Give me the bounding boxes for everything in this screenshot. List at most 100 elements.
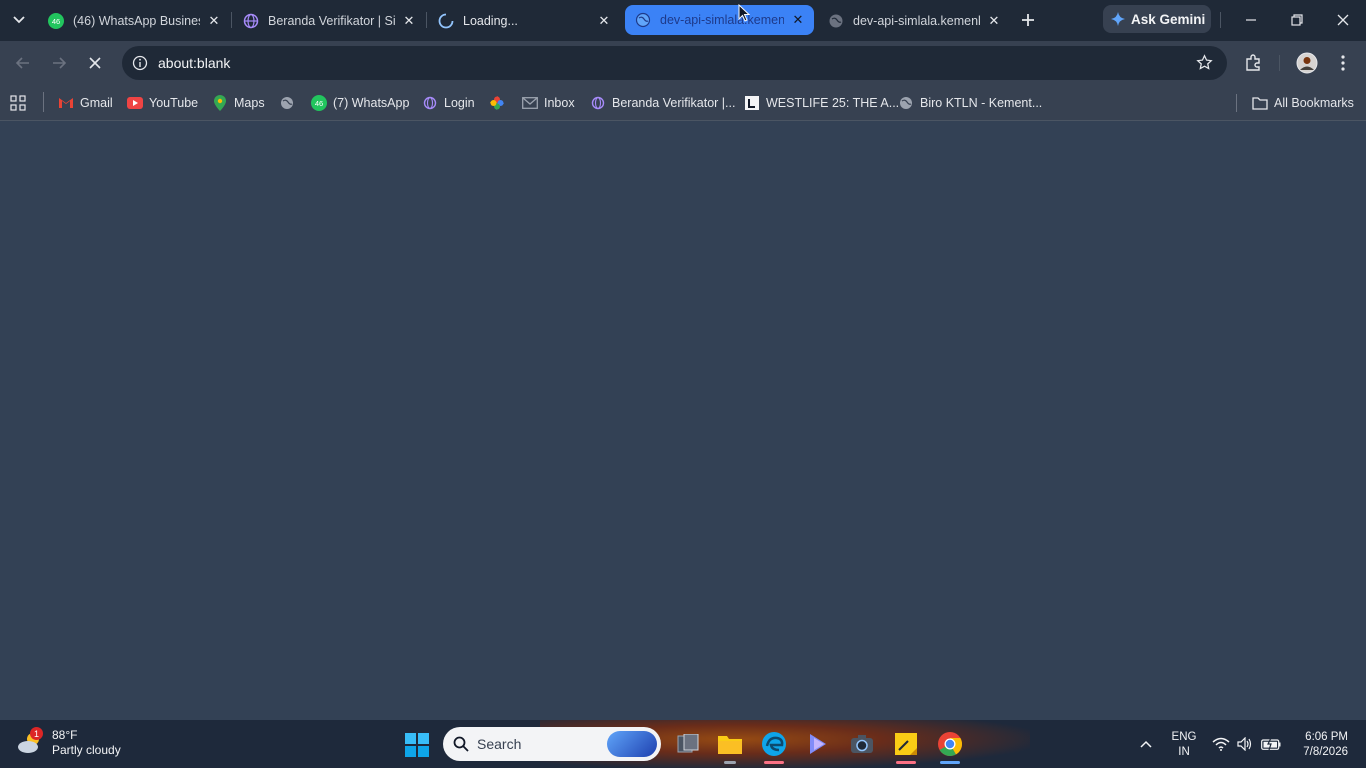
taskbar-video-editor[interactable]: [802, 728, 834, 760]
tab-separator: [1220, 12, 1221, 28]
bookmark-maps[interactable]: Maps: [212, 93, 265, 113]
tab-strip: 46 (46) WhatsApp Business ✕ Beranda Veri…: [0, 0, 1366, 41]
bookmark-pinwheel[interactable]: [489, 93, 511, 113]
video-editor-icon: [810, 734, 826, 754]
bookmarks-separator: [1236, 94, 1237, 112]
apps-grid-icon: [10, 95, 26, 111]
page-content-blank[interactable]: [0, 121, 1366, 720]
forward-button[interactable]: [47, 51, 71, 75]
bookmark-globe[interactable]: [279, 93, 301, 113]
wifi-button[interactable]: [1211, 734, 1231, 754]
bookmark-star-button[interactable]: [1196, 54, 1213, 76]
weather-widget[interactable]: 1 88°F Partly cloudy: [16, 727, 121, 758]
close-icon[interactable]: ✕: [206, 13, 222, 29]
tab-dev-api-simlala-2[interactable]: dev-api-simlala.kemenk ✕: [818, 4, 1010, 37]
close-icon: [1337, 14, 1349, 26]
bookmark-login[interactable]: Login: [422, 93, 475, 113]
bookmark-label: Maps: [234, 96, 265, 110]
extensions-button[interactable]: [1241, 51, 1265, 75]
folder-icon: [718, 736, 742, 754]
chrome-icon: [938, 732, 963, 757]
tab-beranda-verifikator[interactable]: Beranda Verifikator | Sim ✕: [233, 4, 425, 37]
show-hidden-icons-button[interactable]: [1136, 734, 1156, 754]
all-bookmarks-button[interactable]: All Bookmarks: [1252, 93, 1354, 113]
taskbar-search[interactable]: Search: [443, 727, 661, 761]
battery-charging-icon: [1261, 738, 1281, 750]
folder-icon: [1252, 95, 1268, 111]
browser-toolbar: about:blank: [0, 41, 1366, 85]
taskbar-chrome[interactable]: [934, 728, 966, 764]
kebab-menu-icon: [1341, 55, 1345, 71]
bookmark-whatsapp[interactable]: 46 (7) WhatsApp: [311, 93, 409, 113]
plus-icon: [1022, 14, 1034, 26]
globe-icon: [590, 95, 606, 111]
start-button[interactable]: [404, 732, 430, 758]
info-icon: [132, 55, 148, 71]
close-icon[interactable]: ✕: [401, 13, 417, 29]
language-indicator[interactable]: ENG IN: [1170, 730, 1198, 760]
clock[interactable]: 6:06 PM 7/8/2026: [1290, 730, 1348, 760]
taskbar-sticky-notes[interactable]: [890, 728, 922, 764]
bookmarks-separator: [43, 92, 44, 112]
edge-icon: [762, 732, 786, 756]
globe-icon: [828, 13, 844, 29]
youtube-icon: [127, 95, 143, 111]
chrome-menu-button[interactable]: [1331, 51, 1355, 75]
running-indicator: [764, 761, 784, 764]
tab-separator: [231, 12, 232, 28]
weather-temp: 88°F: [52, 728, 78, 742]
spinner-icon: [438, 13, 454, 29]
taskbar-edge[interactable]: [758, 728, 790, 764]
tab-whatsapp[interactable]: 46 (46) WhatsApp Business ✕: [38, 4, 230, 37]
camera-icon: [851, 735, 873, 753]
taskbar-task-view[interactable]: [672, 728, 704, 760]
tab-title: Loading...: [463, 13, 518, 28]
apps-button[interactable]: [10, 93, 32, 113]
chevron-down-icon: [13, 16, 25, 24]
search-label: Search: [477, 736, 522, 752]
svg-text:46: 46: [315, 99, 323, 108]
bookmark-label: Gmail: [80, 96, 113, 110]
battery-button[interactable]: [1261, 734, 1281, 754]
new-tab-button[interactable]: [1018, 10, 1038, 30]
tab-title: (46) WhatsApp Business: [73, 13, 200, 28]
bookmark-westlife[interactable]: WESTLIFE 25: THE A...: [744, 93, 899, 113]
tab-search-button[interactable]: [6, 9, 32, 31]
volume-button[interactable]: [1235, 734, 1255, 754]
svg-text:46: 46: [52, 17, 60, 26]
bookmark-youtube[interactable]: YouTube: [127, 93, 198, 113]
site-info-button[interactable]: [122, 55, 158, 71]
speaker-icon: [1237, 737, 1252, 751]
search-highlight-image: [607, 731, 657, 757]
close-icon[interactable]: ✕: [790, 12, 806, 28]
windows-logo-icon: [405, 733, 429, 757]
address-bar[interactable]: about:blank: [122, 46, 1227, 80]
gmail-icon: [58, 95, 74, 111]
close-icon[interactable]: ✕: [986, 13, 1002, 29]
tab-loading[interactable]: Loading... ✕: [428, 4, 620, 37]
taskbar-file-explorer[interactable]: [714, 728, 746, 764]
bookmark-beranda-verifikator[interactable]: Beranda Verifikator |...: [590, 93, 735, 113]
close-icon[interactable]: ✕: [596, 13, 612, 29]
bookmark-inbox[interactable]: Inbox: [522, 93, 575, 113]
profile-button[interactable]: [1295, 51, 1319, 75]
taskbar-camera[interactable]: [846, 728, 878, 760]
close-window-button[interactable]: [1331, 8, 1355, 32]
bookmark-biro-ktln[interactable]: Biro KTLN - Kement...: [898, 93, 1042, 113]
weather-desc: Partly cloudy: [52, 743, 121, 757]
stop-loading-button[interactable]: [83, 51, 107, 75]
restore-icon: [1291, 14, 1303, 26]
ask-gemini-button[interactable]: Ask Gemini: [1103, 5, 1211, 33]
ticket-icon: [744, 95, 760, 111]
tab-separator: [426, 12, 427, 28]
all-bookmarks-label: All Bookmarks: [1274, 96, 1354, 110]
tab-dev-api-simlala-1[interactable]: dev-api-simlala.kemenk ✕: [625, 5, 814, 35]
minimize-button[interactable]: [1239, 8, 1263, 32]
bookmark-gmail[interactable]: Gmail: [58, 93, 113, 113]
back-button[interactable]: [11, 51, 35, 75]
bookmark-label: (7) WhatsApp: [333, 96, 410, 110]
restore-button[interactable]: [1285, 8, 1309, 32]
url-text[interactable]: about:blank: [158, 55, 230, 71]
tab-title: dev-api-simlala.kemenk: [853, 13, 980, 28]
toolbar-separator: [1279, 55, 1280, 71]
